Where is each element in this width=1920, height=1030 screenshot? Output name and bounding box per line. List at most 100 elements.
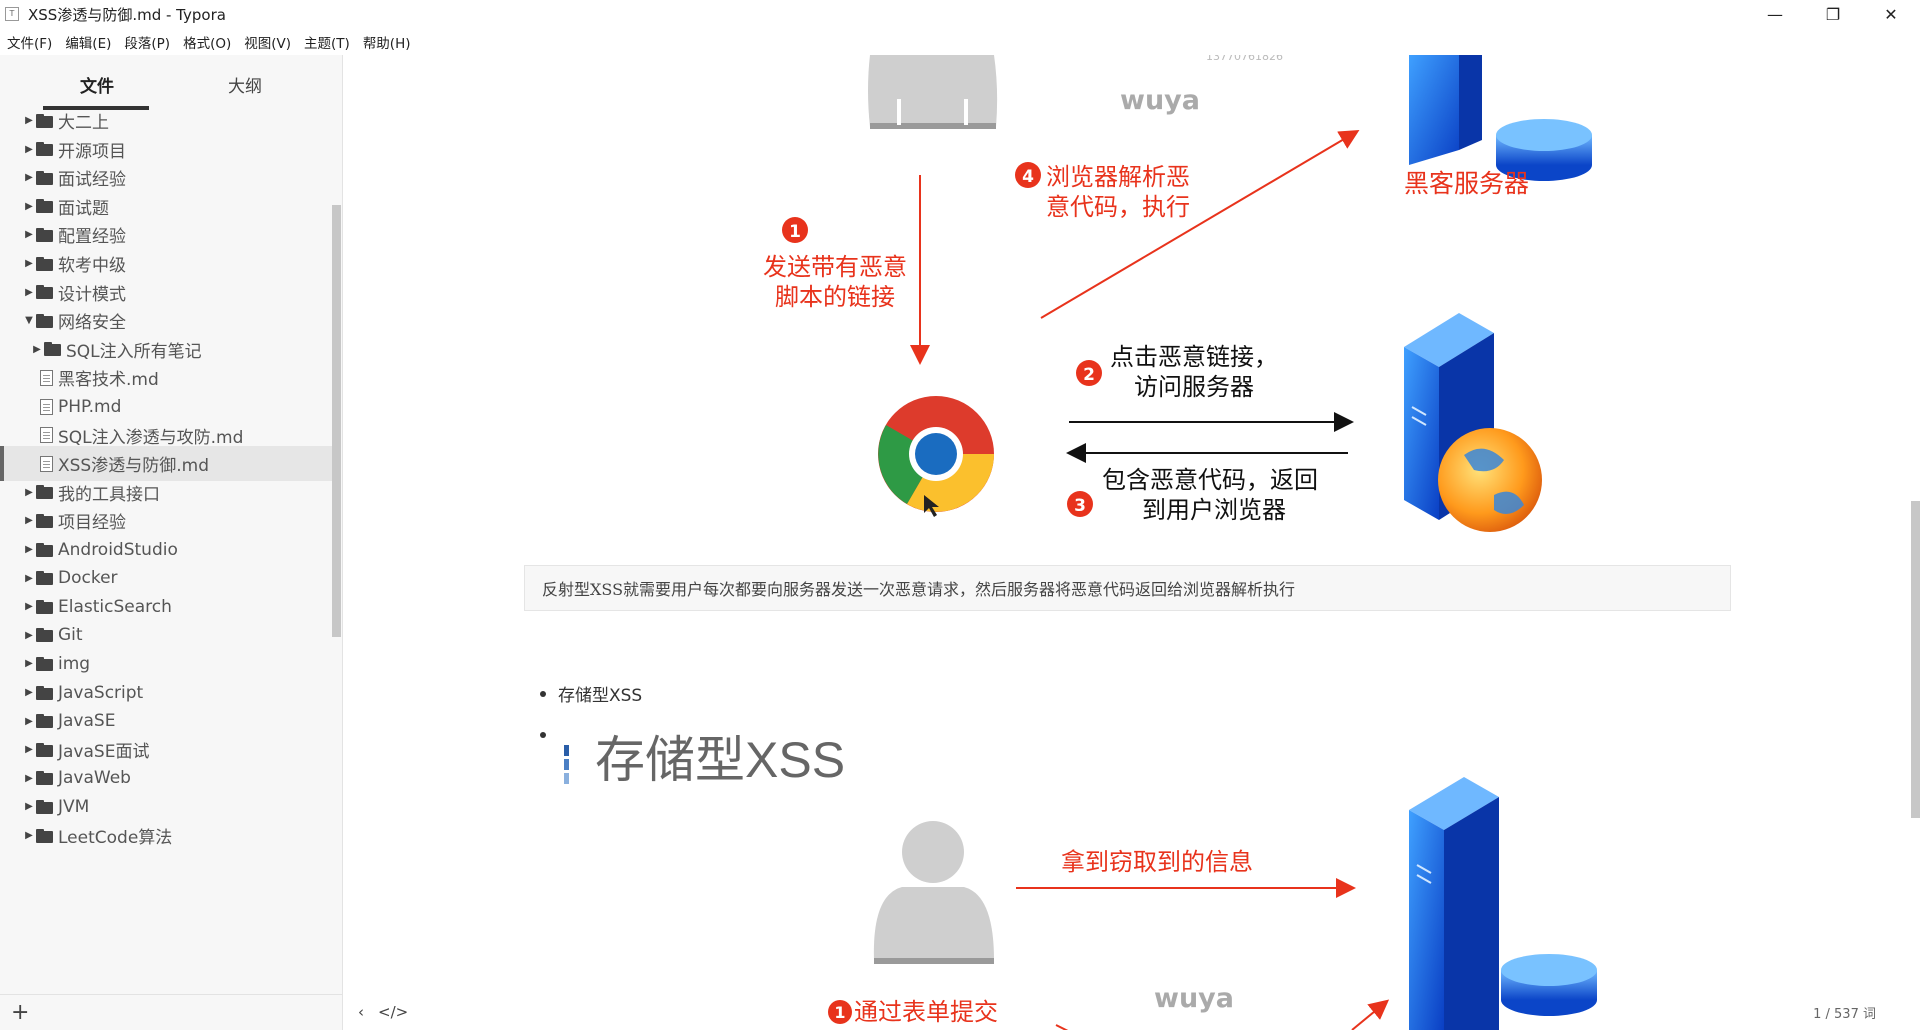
tree-item-label: XSS渗透与防御.md (58, 456, 209, 477)
folder-icon (36, 142, 54, 157)
tree-item-label: 面试题 (58, 198, 109, 219)
folder-icon (36, 113, 54, 128)
bullet-dot-2 (540, 732, 546, 738)
active-tab-indicator (43, 106, 149, 110)
document-icon (40, 455, 53, 472)
add-file-button[interactable]: + (11, 1000, 29, 1025)
svg-text:2: 2 (1083, 365, 1095, 385)
caret-right-icon[interactable]: ▶ (24, 716, 34, 727)
folder-icon (36, 256, 54, 271)
tree-item-label: SQL注入所有笔记 (66, 341, 202, 362)
svg-text:1: 1 (789, 222, 801, 242)
sidebar-scrollbar-thumb[interactable] (332, 205, 341, 637)
menu-view[interactable]: 视图(V) (244, 32, 291, 52)
victim-user-icon (873, 821, 994, 964)
caret-right-icon[interactable]: ▶ (24, 287, 34, 298)
document-icon (40, 369, 53, 386)
caret-right-icon[interactable]: ▶ (24, 658, 34, 669)
folder-icon (36, 685, 54, 700)
document-icon (40, 398, 53, 415)
caret-right-icon[interactable]: ▶ (24, 144, 34, 155)
caret-right-icon[interactable]: ▶ (24, 201, 34, 212)
menu-paragraph[interactable]: 段落(P) (124, 32, 170, 52)
step-1-marker: 1 (782, 217, 808, 243)
caret-right-icon[interactable]: ▶ (24, 115, 34, 126)
tree-item-label: 设计模式 (58, 284, 126, 305)
sidebar-scrollbar[interactable] (331, 113, 342, 991)
caret-right-icon[interactable]: ▶ (32, 344, 42, 355)
tree-item-label: PHP.md (58, 396, 122, 417)
menu-theme[interactable]: 主题(T) (304, 32, 350, 52)
editor-area[interactable]: 13770761826 wuya 黑客服务器 4 浏览器解析恶意代码，执行 1 … (344, 55, 1920, 1030)
caret-right-icon[interactable]: ▶ (24, 830, 34, 841)
tree-item-label: LeetCode算法 (58, 828, 173, 848)
menu-file[interactable]: 文件(F) (7, 32, 52, 52)
caret-right-icon[interactable]: ▶ (24, 229, 34, 240)
step-2-label: 点击恶意链接，访问服务器 (1110, 343, 1278, 401)
reflected-xss-figure: 13770761826 wuya 黑客服务器 4 浏览器解析恶意代码，执行 1 … (564, 55, 1597, 1030)
sidebar: 文件 大纲 ▶ 大二上 ▶ 开源项目 ▶ 面试经验 ▶ 面试题 ▶ 配置经验 ▶ 软考中级 ▶ 设计模式 ▼… (0, 55, 343, 1030)
hacker-server-label: 黑客服务器 (1404, 169, 1529, 198)
caret-right-icon[interactable]: ▶ (24, 773, 34, 784)
tree-item-label: 大二上 (58, 113, 109, 133)
tree-item-label: 我的工具接口 (58, 484, 160, 505)
document-icon (40, 427, 53, 444)
word-count[interactable]: 1 / 537 词 (1813, 1003, 1876, 1022)
caret-down-icon[interactable]: ▼ (24, 315, 34, 326)
step-3-marker: 3 (1067, 491, 1093, 517)
caret-right-icon[interactable]: ▶ (24, 744, 34, 755)
caret-right-icon[interactable]: ▶ (24, 515, 34, 526)
caret-right-icon[interactable]: ▶ (24, 801, 34, 812)
tree-item-label: 项目经验 (58, 513, 126, 534)
sidebar-footer: + (0, 994, 343, 1030)
caret-right-icon[interactable]: ▶ (24, 630, 34, 641)
tab-outline[interactable]: 大纲 (171, 55, 319, 113)
tree-item-label: 软考中级 (58, 256, 126, 276)
close-button[interactable]: ✕ (1862, 0, 1920, 28)
menu-format[interactable]: 格式(O) (183, 32, 231, 52)
tree-item-label: JavaScript (58, 682, 144, 703)
tab-files[interactable]: 文件 (23, 55, 171, 113)
caret-right-icon[interactable]: ▶ (24, 544, 34, 555)
folder-icon (36, 571, 54, 586)
folder-icon (36, 656, 54, 671)
folder-icon (36, 285, 54, 300)
window-controls: — ❐ ✕ (1746, 0, 1920, 28)
caret-right-icon[interactable]: ▶ (24, 601, 34, 612)
folder-icon (36, 170, 54, 185)
tree-folder[interactable]: ▶ LeetCode算法 (0, 818, 332, 853)
file-tree: ▶ 大二上 ▶ 开源项目 ▶ 面试经验 ▶ 面试题 ▶ 配置经验 ▶ 软考中级 ▶ 设计模式 ▼ 网络安全 ▶ S… (0, 113, 332, 991)
folder-icon (36, 542, 54, 557)
typora-window: T XSS渗透与防御.md - Typora — ❐ ✕ 文件(F) 编辑(E)… (0, 0, 1920, 1030)
menu-help[interactable]: 帮助(H) (363, 32, 411, 52)
tree-item-label: img (58, 653, 91, 674)
status-bar: ‹ </> 1 / 537 词 (344, 994, 1920, 1030)
minimize-button[interactable]: — (1746, 0, 1804, 28)
step-4-label: 浏览器解析恶意代码，执行 (1046, 163, 1190, 221)
window-title: XSS渗透与防御.md - Typora (28, 5, 226, 24)
caret-right-icon[interactable]: ▶ (24, 573, 34, 584)
caret-right-icon[interactable]: ▶ (24, 687, 34, 698)
folder-icon (36, 313, 54, 328)
folder-icon (36, 799, 54, 814)
menu-edit[interactable]: 编辑(E) (65, 32, 111, 52)
stolen-info-label: 拿到窃取到的信息 (1061, 848, 1253, 876)
watermark-wuya: wuya (1120, 85, 1200, 116)
back-chevron-icon[interactable]: ‹ (358, 1003, 364, 1021)
folder-icon (36, 628, 54, 643)
caret-right-icon[interactable]: ▶ (24, 172, 34, 183)
caret-right-icon[interactable]: ▶ (24, 258, 34, 269)
hacker-server-icon (1409, 55, 1592, 181)
folder-icon (44, 342, 62, 357)
caret-right-icon[interactable]: ▶ (24, 487, 34, 498)
editor-scrollbar-thumb[interactable] (1911, 501, 1920, 818)
tree-item-label: JavaSE面试 (58, 742, 150, 763)
figure-caption: 反射型XSS就需要用户每次都要向服务器发送一次恶意请求，然后服务器将恶意代码返回… (524, 565, 1731, 611)
source-code-toggle-icon[interactable]: </> (378, 1003, 408, 1021)
figure2-title-bar (564, 745, 569, 784)
arrow-browser-to-hacker (1040, 129, 1360, 319)
bullet-dot (540, 690, 546, 697)
typora-app-icon: T (5, 7, 19, 21)
tree-item-label: 开源项目 (58, 141, 126, 162)
maximize-button[interactable]: ❐ (1804, 0, 1862, 28)
